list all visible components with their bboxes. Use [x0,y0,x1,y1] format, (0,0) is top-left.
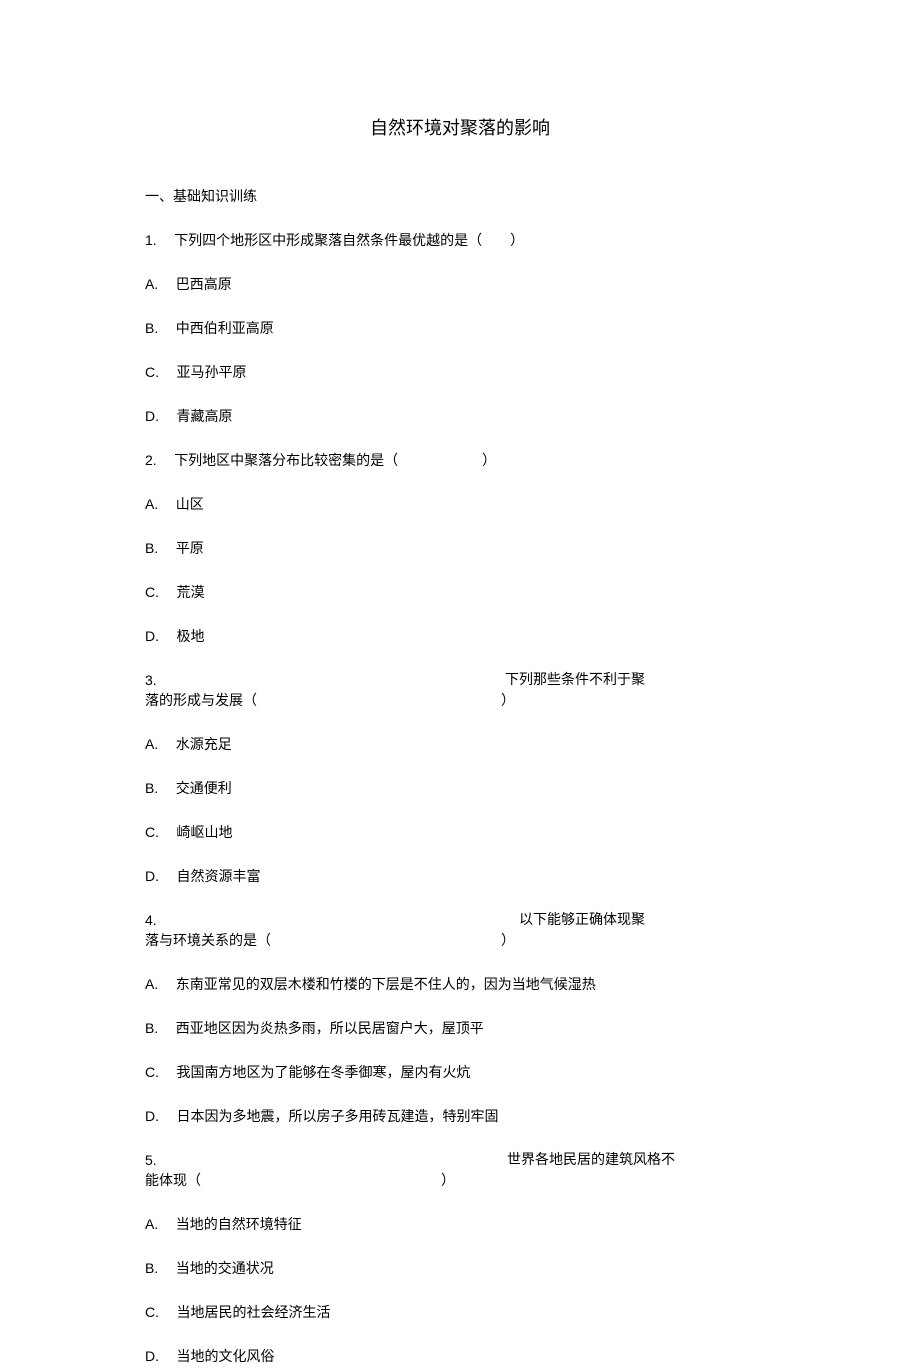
q5-num: 5. [145,1150,157,1171]
q5-option-b: B. 当地的交通状况 [145,1258,775,1280]
q3-num: 3. [145,670,157,691]
q2-opt-c-text: 荒漠 [177,586,205,601]
question-5-line1: 5. 世界各地民居的建筑风格不 [145,1150,775,1171]
section-heading: 一、基础知识训练 [145,187,775,208]
q4-right1: 以下能够正确体现聚 [519,910,775,931]
q4-option-c: C. 我国南方地区为了能够在冬季御寒，屋内有火炕 [145,1062,775,1084]
q1-opt-a-text: 巴西高原 [176,278,232,293]
q4-opt-d-text: 日本因为多地震，所以房子多用砖瓦建造，特别牢固 [177,1110,499,1125]
q2-opt-a-label: A. [145,496,158,512]
q3-opt-b-text: 交通便利 [176,782,232,797]
q1-text [160,234,174,249]
q1-opt-d-label: D. [145,408,159,424]
q2-opt-c-label: C. [145,584,159,600]
q3-option-b: B. 交通便利 [145,778,775,800]
q5-option-c: C. 当地居民的社会经济生活 [145,1302,775,1324]
q4-opt-c-label: C. [145,1064,159,1080]
q2-text: 下列地区中聚落分布比较密集的是（ ） [174,454,496,469]
q4-opt-a-text: 东南亚常见的双层木楼和竹楼的下层是不住人的，因为当地气候湿热 [176,978,596,993]
q5-opt-c-label: C. [145,1304,159,1320]
q3-opt-c-text: 崎岖山地 [177,826,233,841]
q3-left2: 落的形成与发展（ [145,691,257,712]
q3-opt-b-label: B. [145,780,158,796]
q3-opt-a-text: 水源充足 [176,738,232,753]
q5-opt-a-label: A. [145,1216,158,1232]
question-4-line2: 落与环境关系的是（ ） [145,931,775,952]
q2-option-d: D. 极地 [145,626,775,648]
q2-opt-b-label: B. [145,540,158,556]
question-5-line2: 能体现（ ） [145,1171,775,1192]
q5-opt-c-text: 当地居民的社会经济生活 [177,1306,331,1321]
q1-opt-a-label: A. [145,276,158,292]
q3-right1: 下列那些条件不利于聚 [505,670,775,691]
question-2: 2. 下列地区中聚落分布比较密集的是（ ） [145,450,775,472]
q3-opt-d-text: 自然资源丰富 [177,870,261,885]
q1-num: 1. [145,232,157,248]
q4-right2: ） [501,931,775,952]
q4-num: 4. [145,910,157,931]
q2-opt-a-text: 山区 [176,498,204,513]
q1-option-c: C. 亚马孙平原 [145,362,775,384]
q1-opt-c-label: C. [145,364,159,380]
q1-opt-b-text: 中西伯利亚高原 [176,322,274,337]
q4-opt-c-text: 我国南方地区为了能够在冬季御寒，屋内有火炕 [177,1066,471,1081]
q1-option-a: A. 巴西高原 [145,274,775,296]
q5-opt-a-text: 当地的自然环境特征 [176,1218,302,1233]
question-1: 1. 下列四个地形区中形成聚落自然条件最优越的是（ ） [145,230,775,252]
q4-left2: 落与环境关系的是（ [145,931,271,952]
q2-option-c: C. 荒漠 [145,582,775,604]
q5-opt-d-label: D. [145,1348,159,1364]
q4-option-d: D. 日本因为多地震，所以房子多用砖瓦建造，特别牢固 [145,1106,775,1128]
q5-opt-b-label: B. [145,1260,158,1276]
q3-opt-d-label: D. [145,868,159,884]
question-3-line2: 落的形成与发展（ ） [145,691,775,712]
q1-option-d: D. 青藏高原 [145,406,775,428]
q5-opt-b-text: 当地的交通状况 [176,1262,274,1277]
q5-right2: ） [441,1171,775,1192]
q2-option-b: B. 平原 [145,538,775,560]
q1-opt-d-text: 青藏高原 [177,410,233,425]
q1-opt-b-label: B. [145,320,158,336]
q5-opt-d-text: 当地的文化风俗 [177,1350,275,1365]
question-3-line1: 3. 下列那些条件不利于聚 [145,670,775,691]
q1-opt-c-text: 亚马孙平原 [177,366,247,381]
q3-opt-a-label: A. [145,736,158,752]
q3-right2: ） [501,691,775,712]
page-title: 自然环境对聚落的影响 [145,115,775,142]
q5-option-a: A. 当地的自然环境特征 [145,1214,775,1236]
q5-left2: 能体现（ [145,1171,201,1192]
q4-opt-b-text: 西亚地区因为炎热多雨，所以民居窗户大，屋顶平 [176,1022,484,1037]
q4-opt-a-label: A. [145,976,158,992]
q4-option-b: B. 西亚地区因为炎热多雨，所以民居窗户大，屋顶平 [145,1018,775,1040]
q1-text-content: 下列四个地形区中形成聚落自然条件最优越的是（ ） [174,234,524,249]
q3-option-d: D. 自然资源丰富 [145,866,775,888]
q2-opt-b-text: 平原 [176,542,204,557]
q2-num: 2. [145,452,157,468]
q1-option-b: B. 中西伯利亚高原 [145,318,775,340]
q2-option-a: A. 山区 [145,494,775,516]
q4-opt-b-label: B. [145,1020,158,1036]
q2-opt-d-label: D. [145,628,159,644]
q2-opt-d-text: 极地 [177,630,205,645]
q4-option-a: A. 东南亚常见的双层木楼和竹楼的下层是不住人的，因为当地气候湿热 [145,974,775,996]
q5-option-d: D. 当地的文化风俗 [145,1346,775,1368]
q5-right1: 世界各地民居的建筑风格不 [507,1150,775,1171]
q4-opt-d-label: D. [145,1108,159,1124]
q3-option-c: C. 崎岖山地 [145,822,775,844]
question-4-line1: 4. 以下能够正确体现聚 [145,910,775,931]
q3-option-a: A. 水源充足 [145,734,775,756]
q3-opt-c-label: C. [145,824,159,840]
